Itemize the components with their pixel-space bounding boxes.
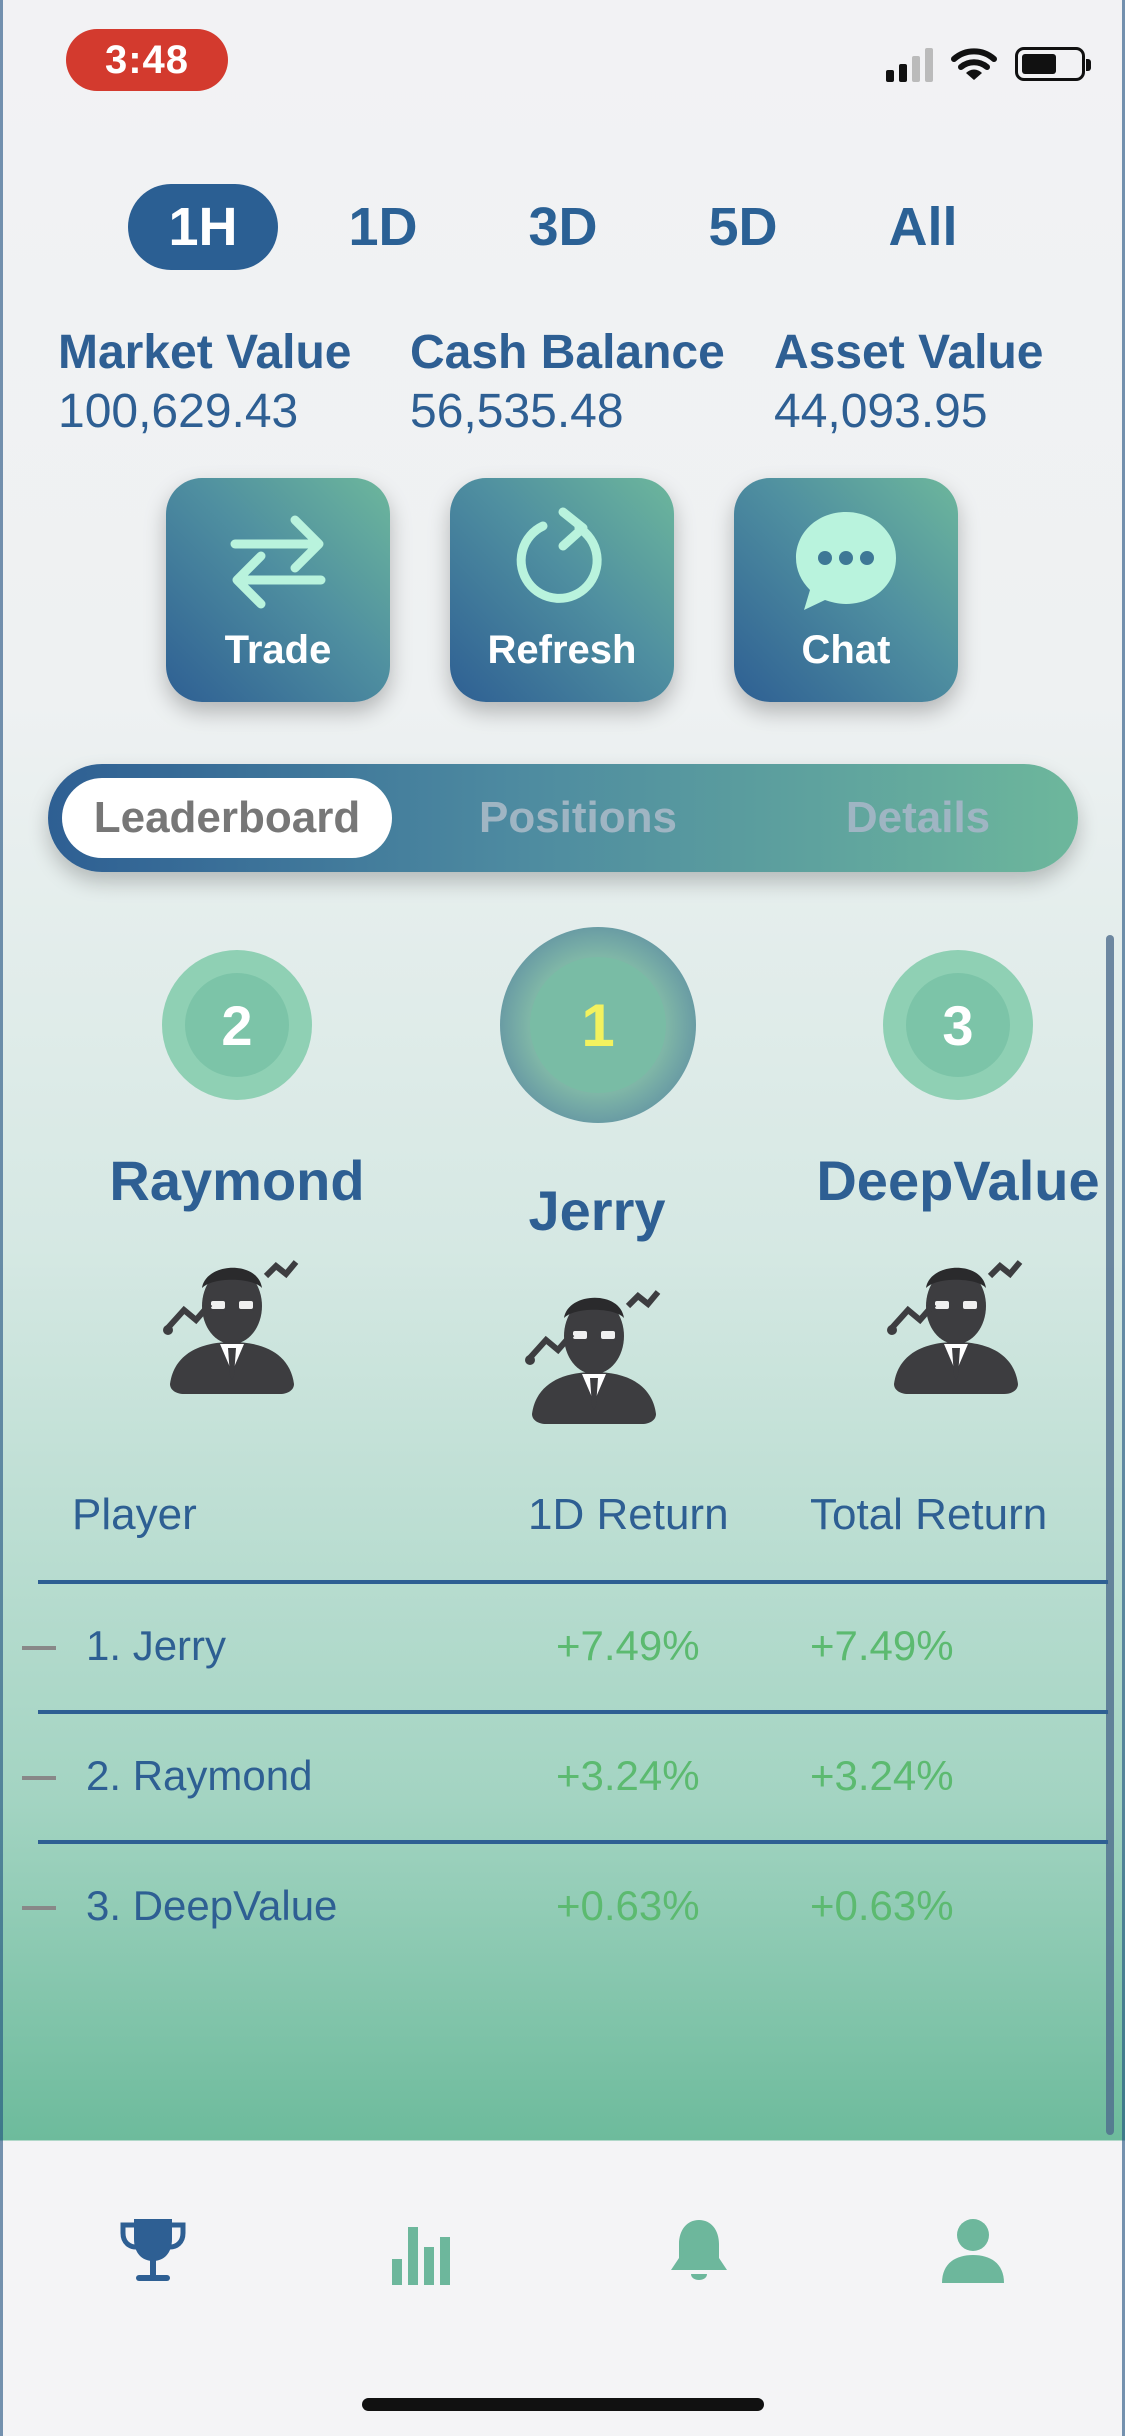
row-1d-return: +0.63%: [556, 1882, 700, 1929]
battery-icon: [1015, 47, 1091, 81]
asset-value-label: Asset Value: [774, 326, 1044, 379]
row-player: 2. Raymond: [86, 1752, 313, 1799]
row-1d-return: +7.49%: [556, 1622, 700, 1669]
period-all[interactable]: All: [848, 184, 998, 270]
trader-avatar-icon: [163, 1260, 299, 1394]
refresh-icon: [516, 507, 602, 603]
segment-details[interactable]: Details: [768, 778, 1068, 858]
market-value: Market Value 100,629.43: [58, 325, 351, 439]
tab-profile[interactable]: [928, 2206, 1018, 2296]
bell-icon: [671, 2220, 727, 2280]
cash-balance-label: Cash Balance: [410, 326, 725, 379]
cash-balance: Cash Balance 56,535.48: [410, 325, 725, 439]
person-icon: [942, 2219, 1004, 2283]
refresh-label: Refresh: [487, 628, 637, 672]
trader-avatar-icon: [525, 1290, 661, 1424]
rank-number-first: 1: [530, 957, 666, 1093]
row-player: 1. Jerry: [86, 1622, 227, 1669]
period-3d[interactable]: 3D: [488, 184, 638, 270]
rank-badge-first: 1: [500, 927, 696, 1123]
refresh-button[interactable]: Refresh: [450, 478, 674, 702]
row-dash: [22, 1646, 56, 1650]
podium-name-first: Jerry: [528, 1179, 666, 1242]
view-segmented-control: Leaderboard Positions Details: [48, 764, 1078, 872]
segment-positions[interactable]: Positions: [428, 778, 728, 858]
swap-arrows-icon: [230, 515, 326, 609]
table-row[interactable]: 3. DeepValue +0.63% +0.63%: [0, 1844, 1125, 1972]
rank-badge-second: 2: [162, 950, 312, 1100]
left-edge: [0, 0, 3, 2436]
segment-leaderboard[interactable]: Leaderboard: [62, 778, 392, 858]
header-player: Player: [72, 1490, 197, 1539]
status-icons: [886, 46, 1091, 82]
asset-value-amount: 44,093.95: [774, 385, 988, 438]
chat-label: Chat: [801, 628, 891, 672]
bar-chart-icon: [392, 2227, 450, 2285]
wifi-icon: [951, 48, 997, 80]
header-1d-return: 1D Return: [528, 1490, 729, 1539]
home-indicator: [362, 2398, 764, 2411]
rank-number-third: 3: [906, 973, 1010, 1077]
trade-button[interactable]: Trade: [166, 478, 390, 702]
period-selector: 1H 1D 3D 5D All: [128, 184, 978, 270]
cash-balance-amount: 56,535.48: [410, 385, 624, 438]
period-1d[interactable]: 1D: [308, 184, 458, 270]
rank-number-second: 2: [185, 973, 289, 1077]
row-total-return: +0.63%: [810, 1882, 954, 1929]
bottom-tab-bar: [16, 2146, 1109, 2436]
tab-leaderboard[interactable]: [108, 2206, 198, 2296]
trophy-icon: [120, 2219, 186, 2281]
row-total-return: +3.24%: [810, 1752, 954, 1799]
podium-name-second: Raymond: [109, 1149, 365, 1212]
table-row[interactable]: 1. Jerry +7.49% +7.49%: [0, 1584, 1125, 1712]
cellular-signal-icon: [886, 46, 933, 82]
market-value-label: Market Value: [58, 326, 352, 379]
market-value-amount: 100,629.43: [58, 385, 299, 438]
header-total-return: Total Return: [810, 1490, 1048, 1539]
chat-button[interactable]: Chat: [734, 478, 958, 702]
trader-avatar-icon: [887, 1260, 1023, 1394]
trade-label: Trade: [224, 628, 332, 672]
chat-bubble-icon: [796, 512, 896, 610]
table-row[interactable]: 2. Raymond +3.24% +3.24%: [0, 1714, 1125, 1842]
account-metrics: Market Value 100,629.43 Cash Balance 56,…: [58, 325, 1098, 445]
asset-value: Asset Value 44,093.95: [774, 325, 1043, 439]
period-5d[interactable]: 5D: [668, 184, 818, 270]
tab-charts[interactable]: [378, 2206, 468, 2296]
row-dash: [22, 1776, 56, 1780]
status-time: 3:48: [66, 29, 228, 91]
tab-notifications[interactable]: [654, 2206, 744, 2296]
podium-name-third: DeepValue: [816, 1149, 1100, 1212]
row-player: 3. DeepValue: [86, 1882, 338, 1929]
period-1h[interactable]: 1H: [128, 184, 278, 270]
row-total-return: +7.49%: [810, 1622, 954, 1669]
row-dash: [22, 1906, 56, 1910]
rank-badge-third: 3: [883, 950, 1033, 1100]
row-1d-return: +3.24%: [556, 1752, 700, 1799]
